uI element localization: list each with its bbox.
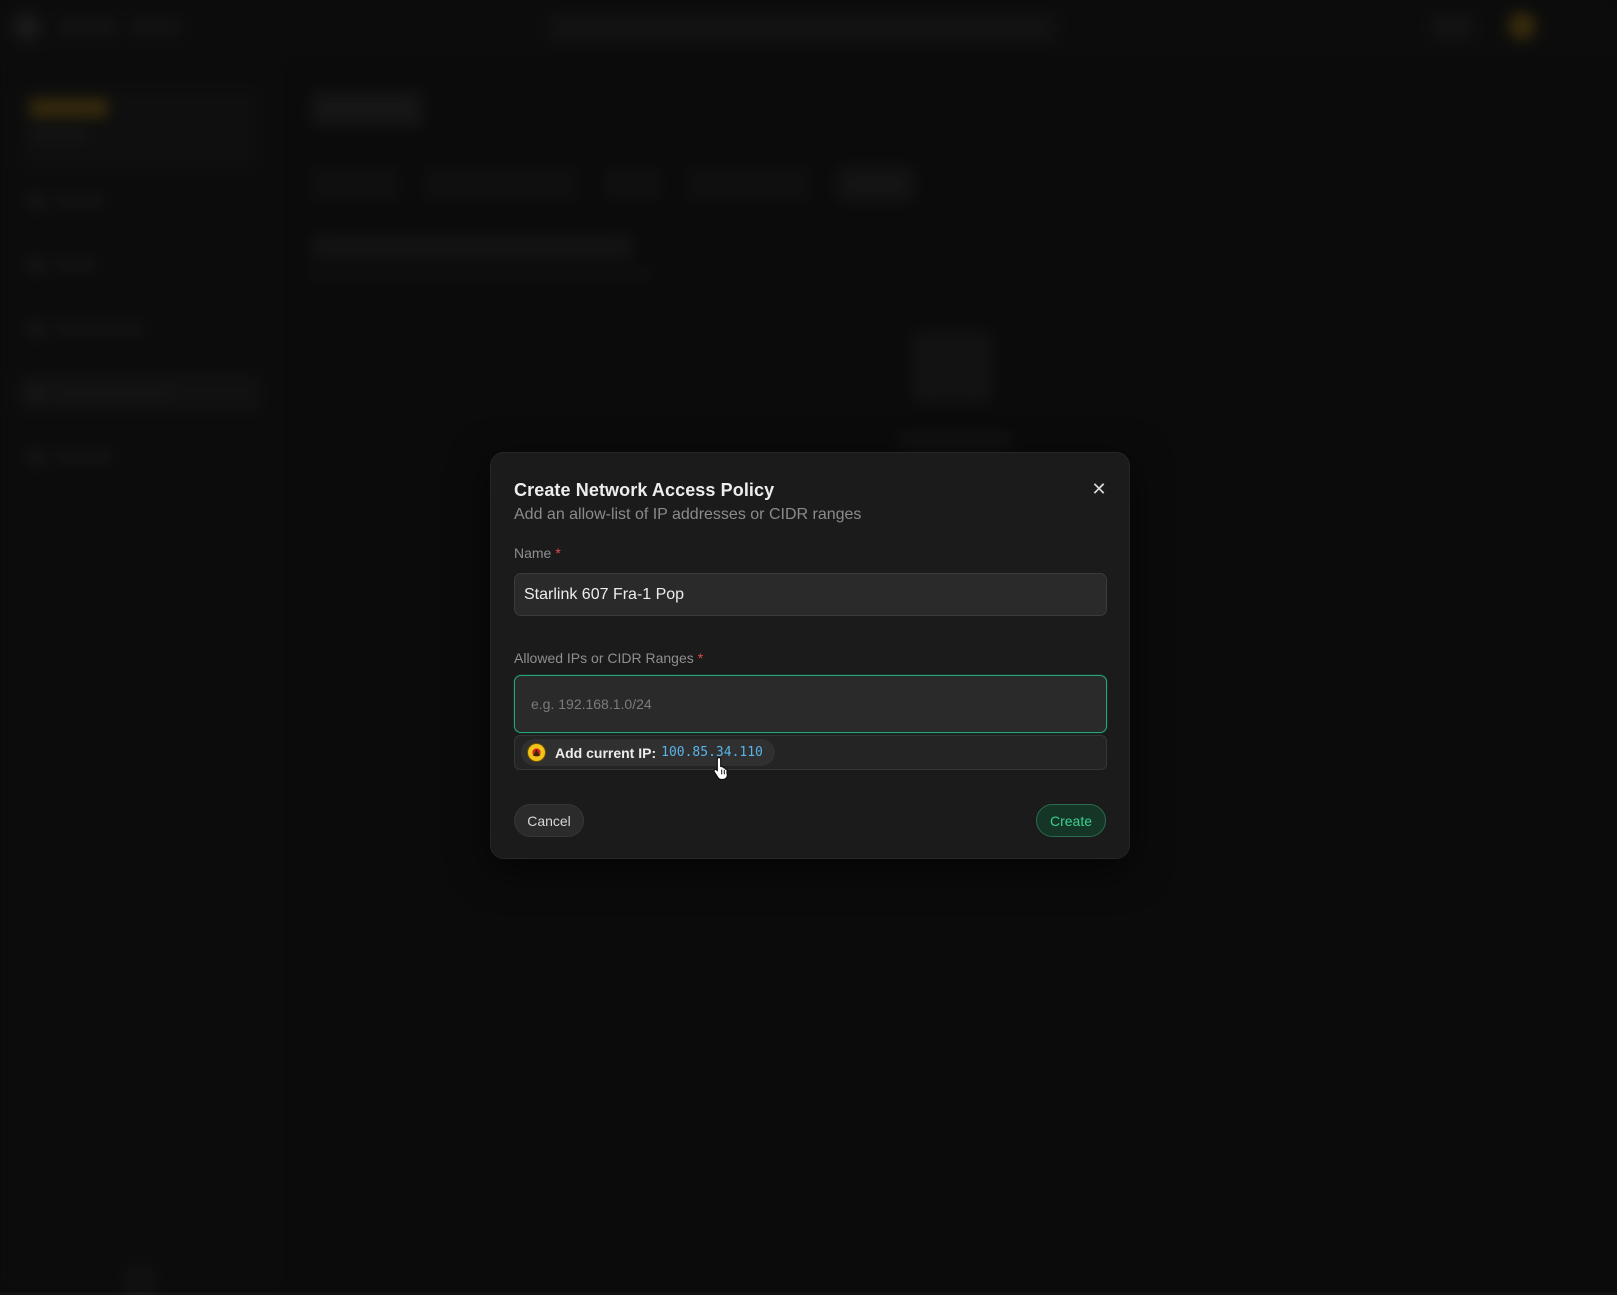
ip-suggestion-dropdown: Add current IP: 100.85.34.110 <box>514 735 1107 770</box>
add-current-ip-label: Add current IP: <box>555 744 657 761</box>
name-input[interactable] <box>514 573 1107 616</box>
current-ip-value: 100.85.34.110 <box>661 745 763 760</box>
close-icon: ✕ <box>1091 478 1107 499</box>
ips-label-text: Allowed IPs or CIDR Ranges <box>514 650 694 666</box>
ips-field-label: Allowed IPs or CIDR Ranges * <box>514 650 703 666</box>
flag-icon <box>527 743 546 762</box>
name-field-label: Name * <box>514 545 561 561</box>
required-mark: * <box>697 650 704 666</box>
name-label-text: Name <box>514 545 552 561</box>
dialog-description: Add an allow-list of IP addresses or CID… <box>514 506 862 523</box>
create-button[interactable]: Create <box>1036 804 1106 837</box>
close-button[interactable]: ✕ <box>1089 479 1109 499</box>
dialog-title: Create Network Access Policy <box>514 480 775 500</box>
allowed-ips-input[interactable] <box>514 675 1107 733</box>
create-policy-dialog: Create Network Access Policy Add an allo… <box>490 452 1130 859</box>
cancel-button[interactable]: Cancel <box>514 804 584 837</box>
add-current-ip-button[interactable]: Add current IP: 100.85.34.110 <box>521 739 775 766</box>
required-mark: * <box>555 545 561 561</box>
